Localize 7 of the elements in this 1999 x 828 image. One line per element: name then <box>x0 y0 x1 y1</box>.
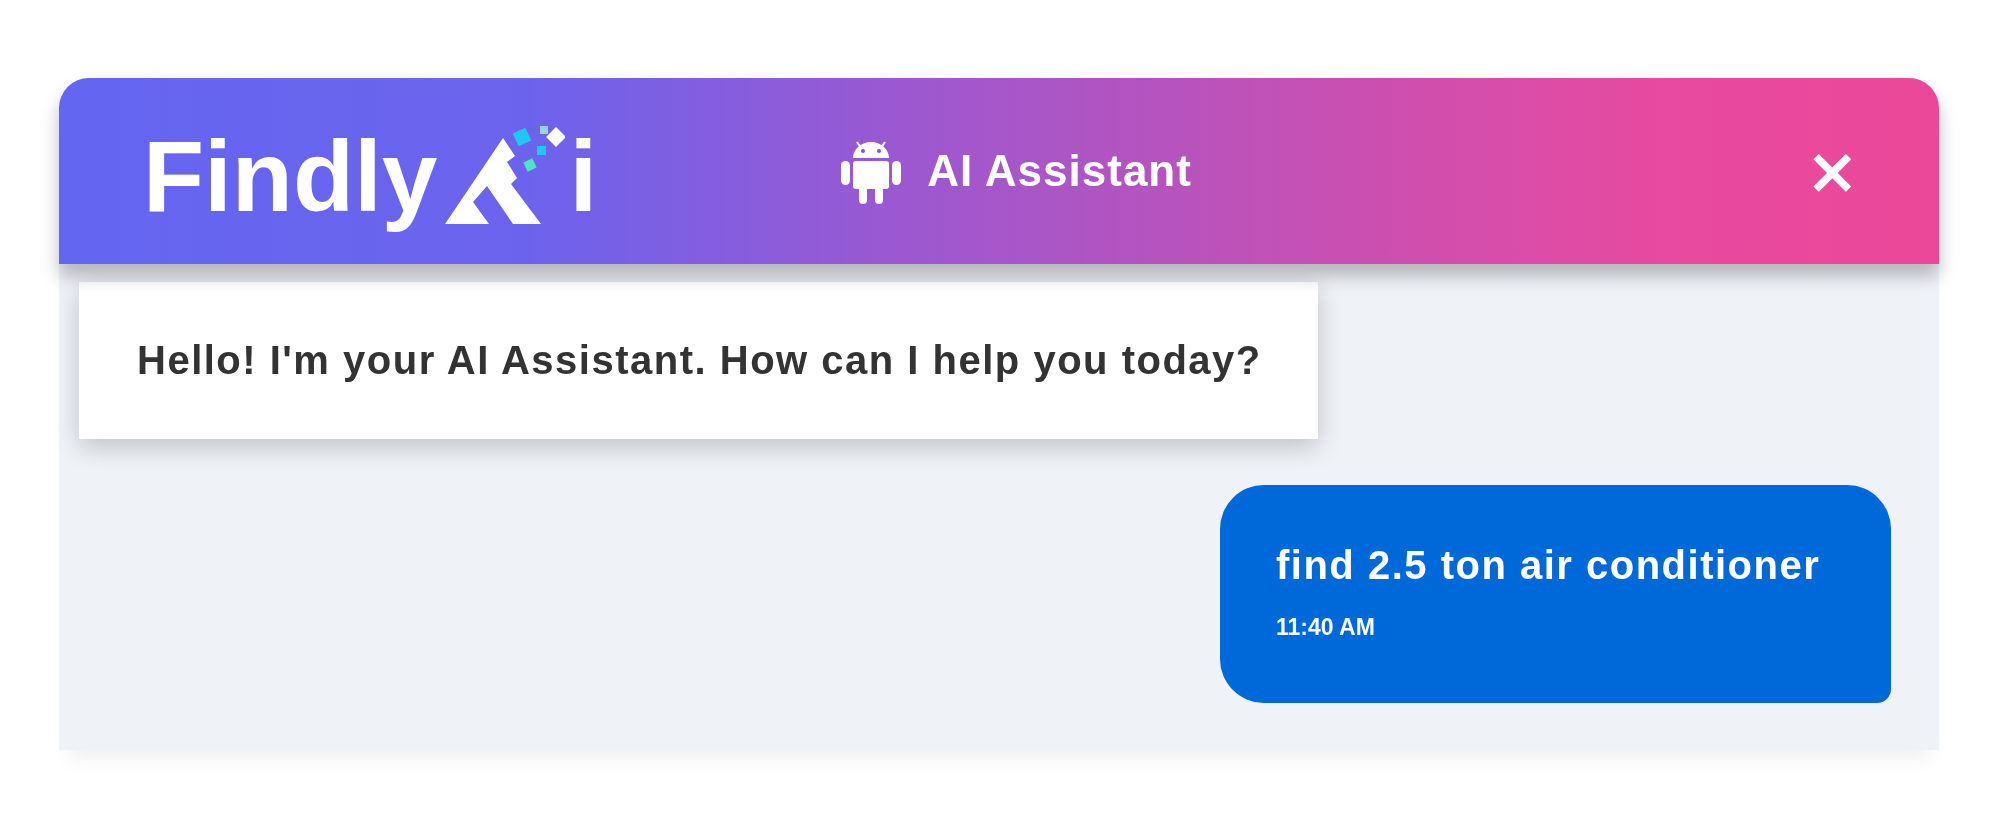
message-time: 11:40 AM <box>1276 614 1376 641</box>
bot-message: Hello! I'm your AI Assistant. How can I help you today? <box>79 282 1318 439</box>
user-message: find 2.5 ton air conditioner <box>1276 543 1822 588</box>
logo-text: i <box>568 119 599 234</box>
assistant-title: AI Assistant <box>927 146 1192 196</box>
close-button[interactable]: × <box>1805 139 1859 203</box>
logo-text: Findly <box>142 119 439 234</box>
